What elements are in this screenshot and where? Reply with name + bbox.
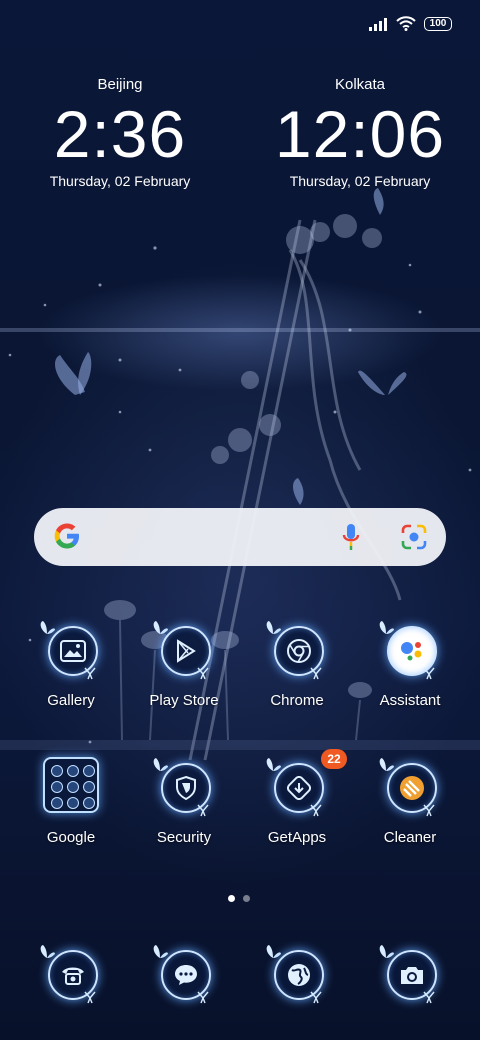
ribbon-decoration-icon xyxy=(197,991,209,1004)
ribbon-decoration-icon xyxy=(310,667,322,680)
app-label: GetApps xyxy=(267,829,327,846)
app-label: Gallery xyxy=(47,692,95,709)
battery-level: 100 xyxy=(429,18,447,29)
app-label: Chrome xyxy=(270,692,324,709)
app-label: Cleaner xyxy=(383,829,437,846)
ribbon-decoration-icon xyxy=(310,991,322,1004)
page-dot-active[interactable] xyxy=(228,895,235,902)
clock-date: Thursday, 02 February xyxy=(49,173,191,189)
ribbon-decoration-icon xyxy=(84,991,96,1004)
ribbon-decoration-icon xyxy=(423,991,435,1004)
status-bar: 100 xyxy=(368,16,452,31)
app-label: Google xyxy=(46,829,96,846)
app-label: Assistant xyxy=(379,692,441,709)
app-label: Play Store xyxy=(149,692,219,709)
clock-city: Kolkata xyxy=(334,76,386,93)
signal-bars-icon xyxy=(369,17,387,31)
folder-icon xyxy=(43,757,99,813)
ribbon-decoration-icon xyxy=(310,804,322,817)
microphone-icon[interactable] xyxy=(342,522,360,552)
page-dot[interactable] xyxy=(243,895,250,902)
ribbon-decoration-icon xyxy=(197,804,209,817)
wifi-icon xyxy=(396,16,416,31)
page-indicator[interactable] xyxy=(228,895,250,902)
google-search-bar[interactable] xyxy=(34,508,446,566)
ribbon-decoration-icon xyxy=(423,804,435,817)
clock-time: 2:36 xyxy=(53,97,187,171)
clock-widget-kolkata[interactable]: Kolkata 12:06 Thursday, 02 February xyxy=(260,76,460,189)
ribbon-decoration-icon xyxy=(84,667,96,680)
clock-date: Thursday, 02 February xyxy=(289,173,431,189)
notification-badge: 22 xyxy=(321,749,347,769)
clock-city: Beijing xyxy=(97,76,143,93)
camera-lens-icon[interactable] xyxy=(400,523,428,551)
clock-time: 12:06 xyxy=(274,97,446,171)
clock-widget-beijing[interactable]: Beijing 2:36 Thursday, 02 February xyxy=(20,76,220,189)
ribbon-decoration-icon xyxy=(197,667,209,680)
battery-indicator: 100 xyxy=(424,16,452,31)
google-g-icon xyxy=(54,523,79,549)
app-label: Security xyxy=(156,829,212,846)
ribbon-decoration-icon xyxy=(423,667,435,680)
